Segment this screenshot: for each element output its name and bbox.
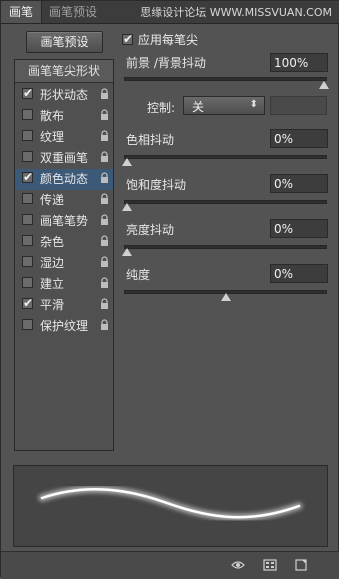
list-item[interactable]: 传递 — [15, 190, 113, 211]
list-item[interactable]: ✔ 平滑 — [15, 295, 113, 316]
purity-field[interactable]: 0% — [270, 264, 328, 283]
list-item-label: 颜色动态 — [40, 172, 89, 186]
brush-stroke-icon — [38, 485, 303, 521]
saturation-jitter-label: 饱和度抖动 — [126, 178, 187, 192]
purity-slider-thumb[interactable] — [220, 293, 231, 301]
brightness-jitter-label: 亮度抖动 — [126, 223, 175, 237]
bottom-toolbar — [1, 551, 339, 579]
fg-bg-jitter-slider-thumb[interactable] — [319, 81, 329, 89]
create-new-brush-icon[interactable] — [294, 558, 308, 572]
list-item[interactable]: 纹理 — [15, 127, 113, 148]
lock-icon[interactable] — [100, 319, 109, 331]
lock-icon[interactable] — [100, 193, 109, 205]
list-item[interactable]: 保护纹理 — [15, 316, 113, 337]
lock-icon[interactable] — [100, 109, 109, 121]
checkbox[interactable] — [22, 109, 33, 120]
list-item-label: 纹理 — [40, 130, 65, 144]
control-label: 控制: — [147, 101, 176, 115]
brightness-jitter-field[interactable]: 0% — [270, 219, 328, 238]
list-item-label: 形状动态 — [40, 88, 89, 102]
open-preset-manager-icon[interactable] — [263, 558, 277, 572]
hue-jitter-slider[interactable] — [124, 155, 327, 159]
purity-label: 纯度 — [126, 268, 151, 282]
lock-icon[interactable] — [100, 130, 109, 142]
list-item-label: 保护纹理 — [40, 319, 89, 333]
brightness-jitter-slider-thumb[interactable] — [122, 248, 132, 256]
list-item[interactable]: ✔ 形状动态 — [15, 85, 113, 106]
control-value: 关 — [192, 100, 205, 114]
brush-tip-shape-item[interactable]: 画笔笔尖形状 — [15, 60, 113, 83]
saturation-jitter-slider-thumb[interactable] — [122, 203, 132, 211]
brush-presets-button[interactable]: 画笔预设 — [26, 31, 103, 53]
control-amount-field — [270, 96, 327, 115]
apply-per-tip-checkbox[interactable]: ✔ 应用每笔尖 — [122, 31, 198, 47]
checkbox[interactable] — [22, 256, 33, 267]
lock-icon[interactable] — [100, 256, 109, 268]
list-item-label: 湿边 — [40, 256, 65, 270]
lock-icon[interactable] — [100, 172, 109, 184]
tab-brush[interactable]: 画笔 — [1, 1, 43, 23]
lock-icon[interactable] — [100, 214, 109, 226]
hue-jitter-label: 色相抖动 — [126, 133, 175, 147]
checkbox[interactable] — [22, 214, 33, 225]
list-item[interactable]: ✔ 颜色动态 — [15, 169, 113, 190]
hue-jitter-slider-thumb[interactable] — [122, 158, 132, 166]
tab-brush-presets[interactable]: 画笔预设 — [41, 1, 105, 23]
saturation-jitter-slider[interactable] — [124, 200, 327, 204]
list-item-label: 平滑 — [40, 298, 65, 312]
lock-icon[interactable] — [100, 151, 109, 163]
brush-panel: 画笔 画笔预设 思缘设计论坛 WWW.MISSVUAN.COM 画笔预设 画笔笔… — [0, 0, 339, 579]
list-item-label: 双重画笔 — [40, 151, 89, 165]
toggle-live-tip-preview-icon[interactable] — [231, 558, 245, 572]
hue-jitter-field[interactable]: 0% — [270, 129, 328, 148]
list-item-label: 散布 — [40, 109, 65, 123]
checkbox[interactable]: ✔ — [122, 32, 134, 46]
checkbox[interactable] — [22, 130, 33, 141]
list-item[interactable]: 画笔笔势 — [15, 211, 113, 232]
saturation-jitter-field[interactable]: 0% — [270, 174, 328, 193]
list-item-label: 杂色 — [40, 235, 65, 249]
fg-bg-jitter-field[interactable]: 100% — [270, 53, 328, 72]
checkbox[interactable] — [22, 319, 33, 330]
control-dropdown[interactable]: 关 ⬍ — [183, 96, 265, 115]
tab-bar: 画笔 画笔预设 思缘设计论坛 WWW.MISSVUAN.COM — [1, 1, 339, 24]
watermark-text: 思缘设计论坛 WWW.MISSVUAN.COM — [140, 6, 332, 19]
lock-icon[interactable] — [100, 88, 109, 100]
apply-per-tip-label: 应用每笔尖 — [138, 33, 199, 47]
checkbox[interactable] — [22, 151, 33, 162]
list-item[interactable]: 双重画笔 — [15, 148, 113, 169]
checkbox[interactable]: ✔ — [22, 86, 34, 100]
checkmark-icon: ✔ — [23, 86, 34, 100]
list-item[interactable]: 建立 — [15, 274, 113, 295]
list-item-label: 画笔笔势 — [40, 214, 89, 228]
list-item-label: 传递 — [40, 193, 65, 207]
brightness-jitter-slider[interactable] — [124, 245, 327, 249]
list-item-label: 建立 — [40, 277, 65, 291]
up-down-arrow-icon: ⬍ — [249, 99, 258, 110]
checkmark-icon: ✔ — [23, 170, 34, 184]
checkbox[interactable]: ✔ — [22, 296, 34, 310]
list-item[interactable]: 湿边 — [15, 253, 113, 274]
fg-bg-jitter-slider[interactable] — [124, 77, 327, 81]
checkbox[interactable]: ✔ — [22, 170, 34, 184]
lock-icon[interactable] — [100, 298, 109, 310]
brush-stroke-preview — [13, 465, 328, 547]
list-item[interactable]: 杂色 — [15, 232, 113, 253]
checkbox[interactable] — [22, 235, 33, 246]
lock-icon[interactable] — [100, 235, 109, 247]
checkbox[interactable] — [22, 193, 33, 204]
checkmark-icon: ✔ — [123, 32, 134, 46]
checkmark-icon: ✔ — [23, 296, 34, 310]
list-item[interactable]: 散布 — [15, 106, 113, 127]
fg-bg-jitter-label: 前景 /背景抖动 — [126, 56, 206, 70]
lock-icon[interactable] — [100, 277, 109, 289]
checkbox[interactable] — [22, 277, 33, 288]
brush-settings-list: 画笔笔尖形状 ✔ 形状动态散布纹理双重画笔 ✔ 颜色动态传递画笔笔势杂色湿边建立 ✔ 平滑… — [14, 59, 114, 451]
